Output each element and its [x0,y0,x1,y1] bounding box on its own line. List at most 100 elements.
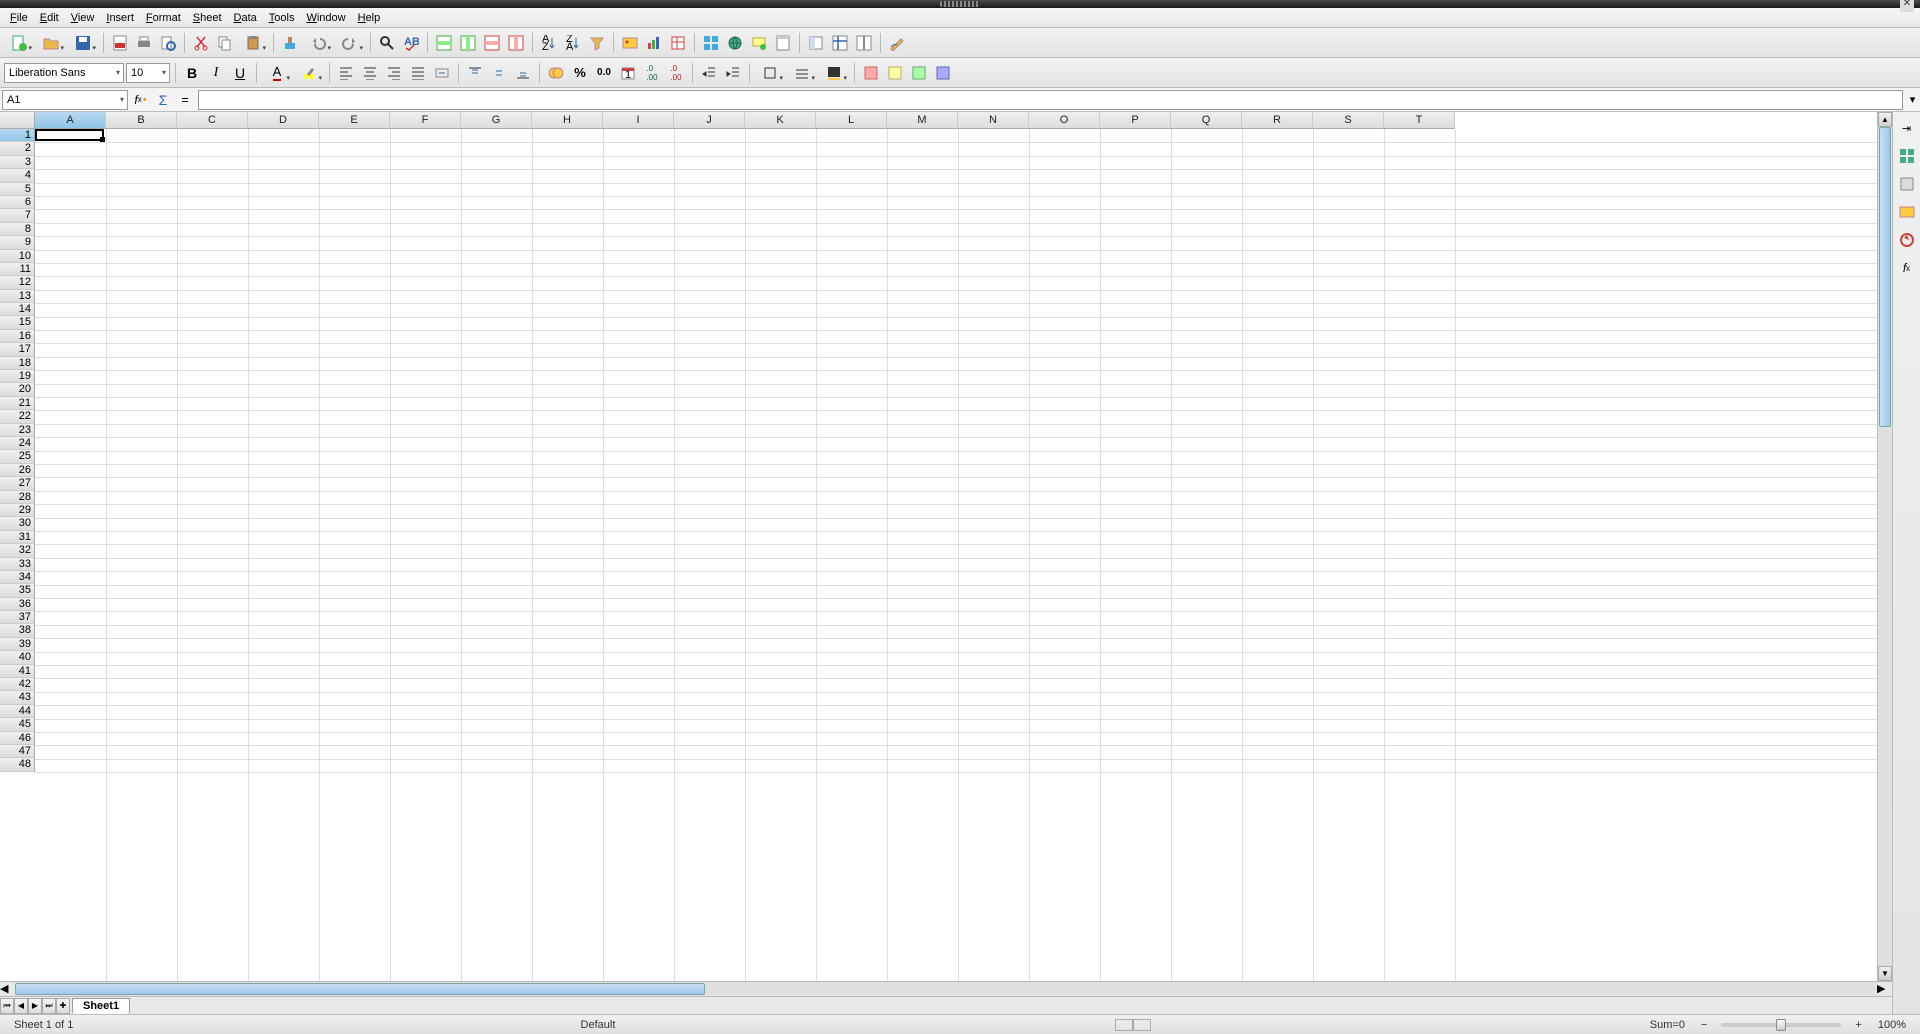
row-header-31[interactable]: 31 [0,531,35,544]
formula-expand-button[interactable]: ▾ [1905,89,1920,111]
redo-button[interactable] [335,32,365,54]
align-center-button[interactable] [359,62,381,84]
row-header-19[interactable]: 19 [0,370,35,383]
vscroll-thumb[interactable] [1879,127,1891,427]
column-headers[interactable]: ABCDEFGHIJKLMNOPQRST [35,112,1455,129]
function-wizard-button[interactable]: fx✦ [130,90,152,110]
vertical-scrollbar[interactable]: ▲ ▼ [1877,112,1892,981]
row-header-13[interactable]: 13 [0,290,35,303]
print-preview-button[interactable] [157,32,179,54]
name-box[interactable]: A1 [2,90,128,110]
row-header-10[interactable]: 10 [0,250,35,263]
row-header-16[interactable]: 16 [0,330,35,343]
status-insert-mode[interactable] [1115,1019,1133,1031]
export-pdf-button[interactable] [109,32,131,54]
scroll-left-button[interactable]: ◀ [0,982,15,996]
show-draw-button[interactable] [886,32,908,54]
col-header-P[interactable]: P [1100,112,1171,129]
insert-comment-button[interactable] [748,32,770,54]
spellcheck-button[interactable]: ABC [400,32,422,54]
row-header-3[interactable]: 3 [0,156,35,169]
col-header-S[interactable]: S [1313,112,1384,129]
row-header-43[interactable]: 43 [0,691,35,704]
row-header-42[interactable]: 42 [0,678,35,691]
col-header-N[interactable]: N [958,112,1029,129]
add-decimal-button[interactable]: .0.00 [641,62,663,84]
row-header-44[interactable]: 44 [0,705,35,718]
row-header-34[interactable]: 34 [0,571,35,584]
row-header-17[interactable]: 17 [0,343,35,356]
col-header-G[interactable]: G [461,112,532,129]
zoom-level[interactable]: 100% [1870,1019,1914,1031]
menu-insert[interactable]: Insert [100,10,140,26]
col-header-J[interactable]: J [674,112,745,129]
sort-asc-button[interactable]: AZ [538,32,560,54]
row-header-39[interactable]: 39 [0,638,35,651]
decrease-indent-button[interactable] [698,62,720,84]
row-header-28[interactable]: 28 [0,491,35,504]
scroll-up-button[interactable]: ▲ [1878,112,1892,127]
row-header-21[interactable]: 21 [0,397,35,410]
insert-image-button[interactable] [619,32,641,54]
menu-data[interactable]: Data [228,10,263,26]
menu-view[interactable]: View [65,10,101,26]
col-header-C[interactable]: C [177,112,248,129]
menu-edit[interactable]: Edit [34,10,65,26]
row-header-48[interactable]: 48 [0,758,35,771]
cells-area[interactable] [35,129,1877,981]
autofilter-button[interactable] [586,32,608,54]
percent-button[interactable]: % [569,62,591,84]
horizontal-scrollbar[interactable]: ◀ ▶ [0,981,1892,996]
align-bottom-button[interactable] [512,62,534,84]
date-format-button[interactable]: 1 [617,62,639,84]
row-header-32[interactable]: 32 [0,544,35,557]
col-header-H[interactable]: H [532,112,603,129]
close-window-button[interactable]: ✕ [1900,0,1914,12]
col-header-E[interactable]: E [319,112,390,129]
tab-next-button[interactable]: ▶ [28,998,42,1014]
delete-rows-button[interactable] [481,32,503,54]
hyperlink-button[interactable] [724,32,746,54]
menu-help[interactable]: Help [352,10,387,26]
col-header-A[interactable]: A [35,112,106,129]
row-header-40[interactable]: 40 [0,651,35,664]
col-header-B[interactable]: B [106,112,177,129]
row-header-37[interactable]: 37 [0,611,35,624]
menu-sheet[interactable]: Sheet [187,10,228,26]
row-header-30[interactable]: 30 [0,517,35,530]
scroll-right-button[interactable]: ▶ [1877,982,1892,996]
paste-button[interactable] [238,32,268,54]
remove-decimal-button[interactable]: .0.00 [665,62,687,84]
align-justify-button[interactable] [407,62,429,84]
col-header-L[interactable]: L [816,112,887,129]
hscroll-thumb[interactable] [15,983,705,995]
tab-first-button[interactable]: ⏮ [0,998,14,1014]
insert-rows-button[interactable] [433,32,455,54]
tab-prev-button[interactable]: ◀ [14,998,28,1014]
number-format-button[interactable]: 0.0 [593,62,615,84]
select-all-corner[interactable] [0,112,35,129]
formula-input[interactable] [198,90,1903,110]
add-sheet-button[interactable]: ✚ [56,998,70,1014]
col-header-T[interactable]: T [1384,112,1455,129]
undo-button[interactable] [303,32,333,54]
row-header-41[interactable]: 41 [0,665,35,678]
copy-button[interactable] [214,32,236,54]
function-equals-button[interactable]: = [174,90,196,110]
col-header-I[interactable]: I [603,112,674,129]
zoom-out-button[interactable]: − [1693,1019,1715,1031]
tab-last-button[interactable]: ⏭ [42,998,56,1014]
drag-handle[interactable] [940,1,980,7]
bg-color-button[interactable] [819,62,849,84]
status-selection-mode[interactable] [1133,1019,1151,1031]
special-char-button[interactable] [700,32,722,54]
insert-pivot-button[interactable] [667,32,689,54]
row-header-9[interactable]: 9 [0,236,35,249]
col-header-R[interactable]: R [1242,112,1313,129]
row-header-4[interactable]: 4 [0,169,35,182]
border-style-button[interactable] [787,62,817,84]
menu-file[interactable]: File [4,10,34,26]
menu-tools[interactable]: Tools [263,10,301,26]
merge-cells-button[interactable] [431,62,453,84]
status-sum[interactable]: Sum=0 [1642,1019,1693,1031]
